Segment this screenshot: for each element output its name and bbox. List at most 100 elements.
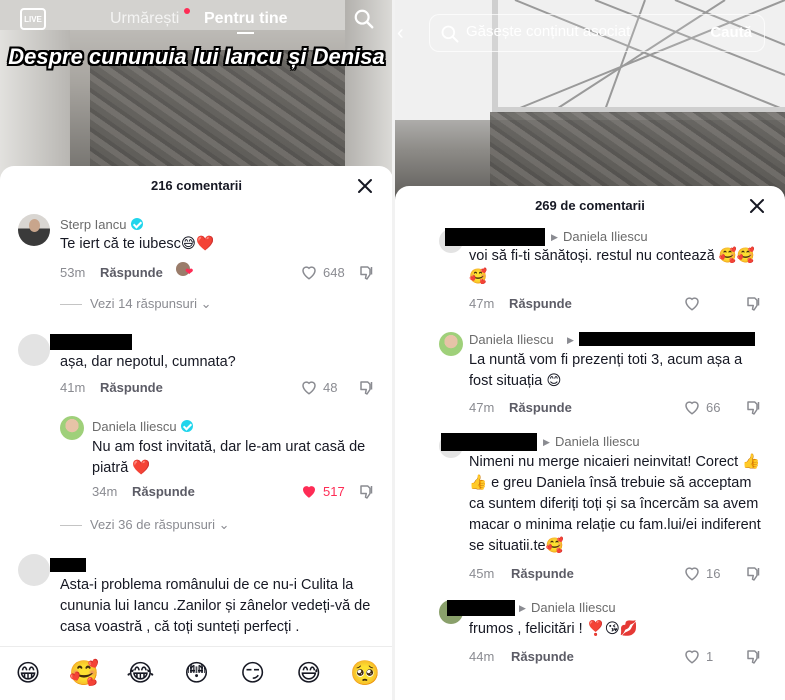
dislike-icon[interactable]: [358, 264, 376, 282]
like-button[interactable]: 1: [683, 647, 713, 665]
right-comments-screen: ‹ Caută 269 de comentarii ▶ Daniela Ilie…: [395, 0, 785, 700]
reply-button[interactable]: Răspunde: [511, 566, 574, 581]
verified-badge-icon: [130, 218, 143, 230]
avatar[interactable]: [439, 332, 463, 356]
like-count: 48: [323, 379, 338, 395]
avatar[interactable]: [18, 214, 50, 246]
comment-text: voi să fi-ti sănătoși. restul nu conteaz…: [469, 248, 755, 285]
dislike-icon[interactable]: [745, 295, 763, 313]
back-icon[interactable]: ‹: [397, 22, 404, 45]
avatar[interactable]: [18, 554, 50, 586]
reply-arrow-icon: ▶: [519, 603, 526, 613]
live-icon[interactable]: LIVE: [20, 8, 46, 30]
comment-username[interactable]: Daniela Iliescu: [92, 419, 193, 434]
heart-icon: [685, 650, 699, 664]
reply-button[interactable]: Răspunde: [509, 400, 572, 415]
search-bar[interactable]: Caută: [429, 14, 765, 52]
comment-time: 47m: [469, 296, 495, 311]
emoji-button[interactable]: 🥺: [349, 659, 381, 688]
search-icon: [441, 25, 459, 43]
emoji-button[interactable]: 😁: [12, 659, 44, 688]
dislike-icon[interactable]: [358, 379, 376, 397]
like-button[interactable]: 48: [300, 378, 337, 396]
search-submit-button[interactable]: Caută: [710, 24, 752, 41]
comment-time: 41m: [60, 380, 86, 395]
like-count: 1: [706, 648, 714, 664]
view-replies-label: Vezi 14 răspunsuri: [90, 296, 197, 311]
view-replies-label: Vezi 36 de răspunsuri: [90, 517, 216, 532]
comment-time: 44m: [469, 649, 495, 664]
comment-text: așa, dar nepotul, cumnata?: [60, 354, 236, 370]
emoji-button[interactable]: 😳: [180, 659, 212, 688]
redacted-username: [447, 600, 515, 616]
view-replies-button[interactable]: Vezi 36 de răspunsuri ⌄: [60, 517, 230, 533]
emoji-button[interactable]: 😏: [237, 659, 269, 688]
username-text: Sterp Iancu: [60, 217, 127, 232]
reply-to-username[interactable]: Daniela Iliescu: [555, 434, 640, 449]
reply-to-username[interactable]: Daniela Iliescu: [563, 229, 648, 244]
creator-like-avatar: ❤: [176, 262, 196, 280]
reply-button[interactable]: Răspunde: [100, 265, 163, 280]
like-button[interactable]: 66: [683, 398, 720, 416]
like-button[interactable]: 648: [300, 263, 345, 281]
comment-username[interactable]: Sterp Iancu: [60, 217, 143, 232]
comment-sheet: 269 de comentarii ▶ Daniela Iliescu voi …: [395, 186, 785, 700]
dislike-icon[interactable]: [745, 399, 763, 417]
like-button[interactable]: [683, 294, 701, 312]
close-icon[interactable]: [749, 198, 765, 214]
search-icon[interactable]: [353, 8, 375, 30]
like-count: 648: [323, 264, 345, 280]
redacted-username: [441, 433, 537, 451]
like-count: 66: [706, 399, 721, 415]
reply-button[interactable]: Răspunde: [511, 649, 574, 664]
left-comments-screen: LIVE Urmărești Pentru tine Despre cununu…: [0, 0, 393, 700]
emoji-button[interactable]: 😅: [293, 659, 325, 688]
reply-button[interactable]: Răspunde: [132, 484, 195, 499]
comment-text: La nuntă vom fi prezenți toti 3, acum aș…: [469, 352, 743, 389]
comment-sheet: 216 comentarii Sterp Iancu Te iert că te…: [0, 166, 393, 700]
heart-icon: [302, 381, 316, 395]
view-replies-button[interactable]: Vezi 14 răspunsuri ⌄: [60, 296, 211, 312]
heart-icon: [685, 567, 699, 581]
dislike-icon[interactable]: [745, 565, 763, 583]
comment-text: Asta-i problema românului de ce nu-i Cul…: [60, 577, 371, 635]
like-button[interactable]: 16: [683, 564, 720, 582]
dislike-icon[interactable]: [745, 648, 763, 666]
verified-badge-icon: [180, 420, 193, 432]
search-header: ‹ Caută: [395, 10, 785, 56]
emoji-quick-bar: 😁 🥰 😂 😳 😏 😅 🥺: [0, 646, 393, 700]
like-count: 517: [323, 483, 345, 499]
redacted-username: [445, 228, 545, 246]
search-input[interactable]: [466, 23, 686, 40]
video-caption: Despre cununuia lui Iancu și Denisa: [8, 44, 385, 69]
heart-filled-icon: [303, 486, 315, 498]
dislike-icon[interactable]: [358, 483, 376, 501]
avatar[interactable]: [60, 416, 84, 440]
comment-count: 216 comentarii: [150, 178, 243, 193]
like-button[interactable]: 517: [300, 482, 345, 500]
username-text: Daniela Iliescu: [92, 419, 177, 434]
reply-to-username[interactable]: Daniela Iliescu: [531, 600, 616, 615]
comment-text: Nimeni nu merge nicaieri neinvitat! Core…: [469, 454, 761, 554]
emoji-button[interactable]: 🥰: [68, 659, 100, 688]
avatar[interactable]: [18, 334, 50, 366]
reply-arrow-icon: ▶: [567, 335, 574, 345]
redacted-username: [579, 332, 755, 346]
reply-arrow-icon: ▶: [543, 437, 550, 447]
comment-text: frumos , felicitări ! ❣️😘💋: [469, 621, 638, 637]
comment-count: 269 de comentarii: [535, 198, 645, 213]
heart-icon: [685, 401, 699, 415]
reply-button[interactable]: Răspunde: [100, 380, 163, 395]
heart-icon: [302, 266, 316, 280]
reply-button[interactable]: Răspunde: [509, 296, 572, 311]
tab-for-you[interactable]: Pentru tine: [204, 10, 288, 34]
close-icon[interactable]: [357, 178, 373, 194]
like-count: 16: [706, 565, 721, 581]
comment-username[interactable]: Daniela Iliescu: [469, 332, 554, 347]
comment-time: 47m: [469, 400, 495, 415]
comment-text: Nu am fost invitată, dar le-am urat casă…: [92, 439, 366, 476]
notification-dot: [184, 8, 190, 14]
reply-arrow-icon: ▶: [551, 232, 558, 242]
tab-following[interactable]: Urmărești: [110, 10, 179, 28]
emoji-button[interactable]: 😂: [124, 659, 156, 688]
